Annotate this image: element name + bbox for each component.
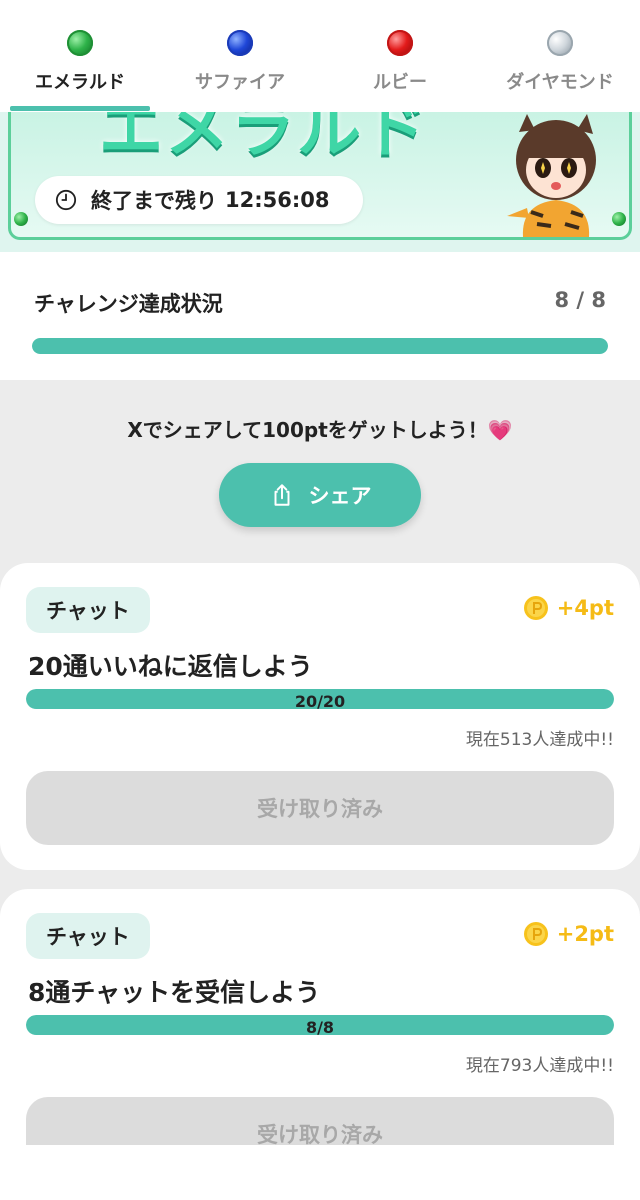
task-category-tag: チャット — [26, 587, 150, 633]
emerald-icon — [612, 212, 626, 226]
task-title: 8通チャットを受信しよう — [28, 978, 321, 1007]
tab-ruby[interactable]: ルビー — [320, 0, 480, 112]
achieved-count: 現在793人達成中!! — [465, 1056, 614, 1076]
share-button-label: シェア — [308, 484, 372, 508]
tab-label: サファイア — [195, 72, 285, 93]
claimed-button[interactable]: 受け取り済み — [26, 771, 614, 845]
task-progress-label: 20/20 — [294, 692, 346, 711]
share-prompt: Xでシェアして100ptをゲットしよう！💗 — [127, 418, 513, 442]
ruby-icon — [387, 30, 413, 56]
task-category-tag: チャット — [26, 913, 150, 959]
sapphire-icon — [227, 30, 253, 56]
status-count: 8 / 8 — [554, 288, 606, 312]
status-title: チャレンジ達成状況 — [34, 292, 223, 316]
active-tab-indicator — [10, 106, 150, 111]
reward-points: +4pt — [556, 596, 614, 620]
reward-points: +2pt — [556, 922, 614, 946]
status-progress-fill — [32, 338, 608, 354]
task-progress-label: 8/8 — [305, 1018, 335, 1037]
task-reward: +4pt — [523, 595, 614, 621]
status-progress-bar — [32, 338, 608, 354]
timer-value: 12:56:08 — [225, 188, 330, 212]
countdown-timer: 終了まで残り 12:56:08 — [35, 176, 363, 224]
page-bottom-background — [0, 1145, 640, 1200]
tab-label: エメラルド — [35, 72, 125, 93]
event-banner-area: エメラルド 終了まで残り 12:56:08 — [0, 112, 640, 252]
tab-emerald[interactable]: エメラルド — [0, 0, 160, 112]
tab-sapphire[interactable]: サファイア — [160, 0, 320, 112]
task-card: チャット +4pt 20通いいねに返信しよう 20/20 現在513人達成中!!… — [0, 563, 640, 870]
clock-icon — [55, 189, 77, 211]
task-reward: +2pt — [523, 921, 614, 947]
coin-icon — [523, 596, 548, 620]
timer-label: 終了まで残り — [91, 189, 217, 213]
task-title: 20通いいねに返信しよう — [28, 652, 313, 681]
challenge-status: チャレンジ達成状況 8 / 8 — [0, 252, 640, 380]
share-section: Xでシェアして100ptをゲットしよう！💗 シェア — [0, 380, 640, 565]
mascot-illustration — [507, 114, 596, 237]
share-button[interactable]: シェア — [219, 463, 421, 527]
event-banner: エメラルド 終了まで残り 12:56:08 — [8, 112, 632, 240]
tab-label: ダイヤモンド — [506, 72, 614, 93]
tab-label: ルビー — [373, 72, 427, 93]
gem-tab-bar: エメラルド サファイア ルビー ダイヤモンド — [0, 0, 640, 112]
emerald-icon — [67, 30, 93, 56]
coin-icon — [523, 922, 548, 946]
diamond-icon — [547, 30, 573, 56]
task-card: チャット +2pt 8通チャットを受信しよう 8/8 現在793人達成中!! 受… — [0, 889, 640, 1171]
emerald-icon — [14, 212, 28, 226]
share-icon — [274, 484, 289, 506]
achieved-count: 現在513人達成中!! — [465, 730, 614, 750]
tab-diamond[interactable]: ダイヤモンド — [480, 0, 640, 112]
banner-title: エメラルド — [99, 112, 429, 167]
